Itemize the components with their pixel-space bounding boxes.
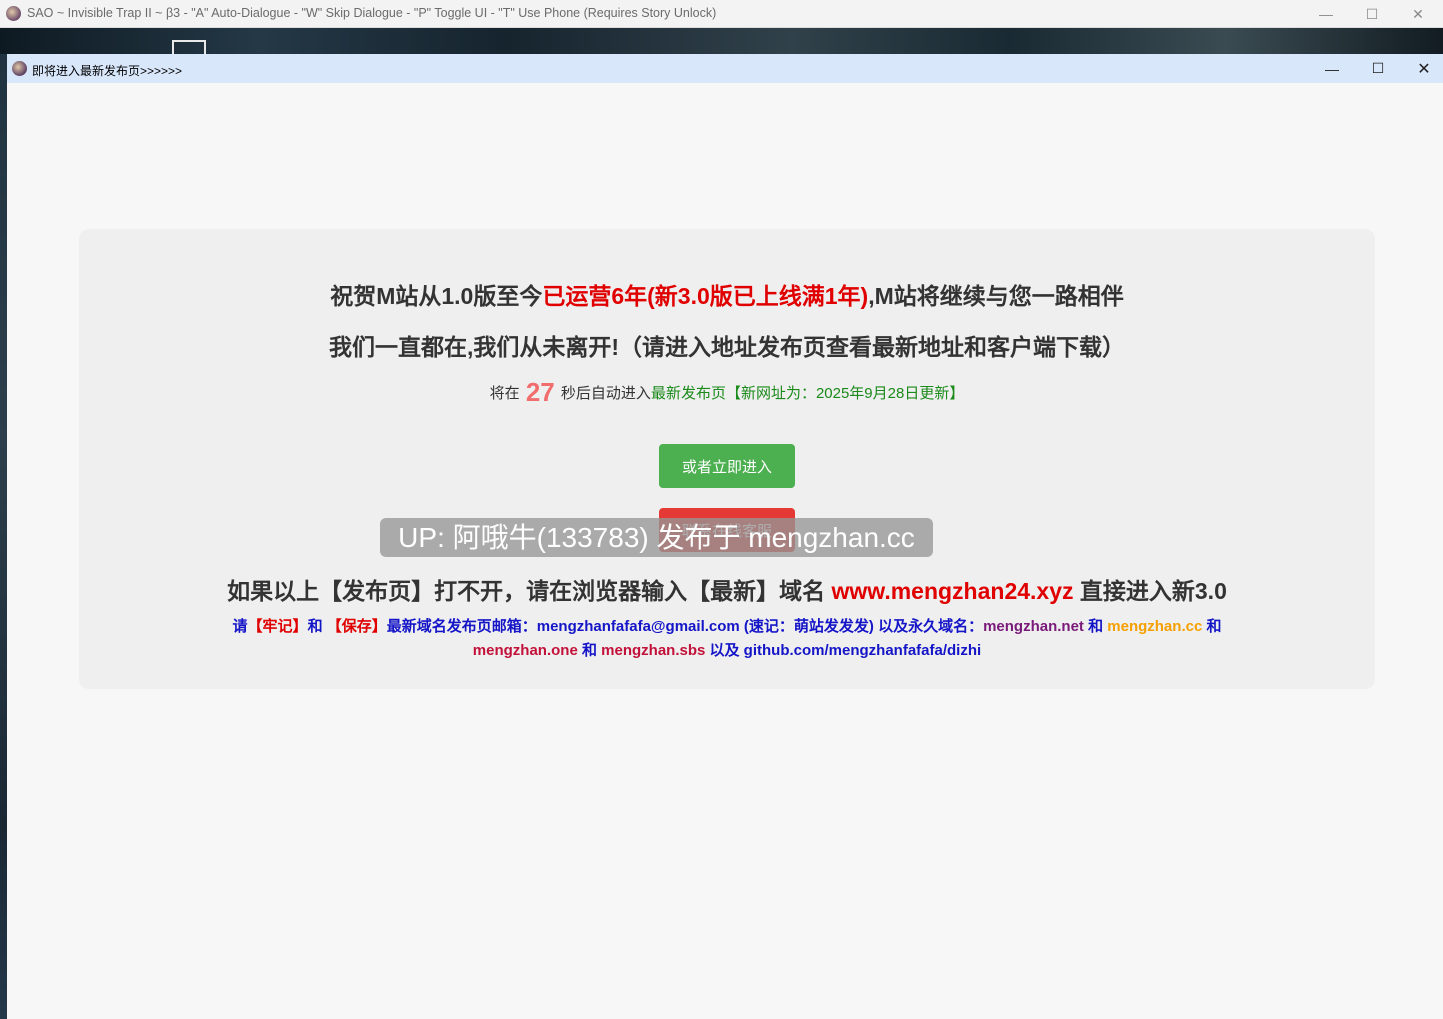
still-here-headline: 我们一直都在,我们从未离开!（请进入地址发布页查看最新地址和客户端下载）	[328, 334, 1126, 360]
notice-card: 祝贺M站从1.0版至今已运营6年(新3.0版已上线满1年),M站将继续与您一路相…	[79, 229, 1375, 689]
countdown-target-link[interactable]: 最新发布页【新网址为：2025年9月28日更新】	[651, 385, 964, 402]
note-part-1: 请	[232, 618, 248, 635]
game-sprite	[172, 40, 206, 54]
popup-window-title: 即将进入最新发布页>>>>>>	[32, 64, 183, 78]
countdown-number: 27	[525, 377, 555, 407]
popup-minimize-button[interactable]: —	[1309, 54, 1355, 83]
domain-cc-link[interactable]: mengzhan.cc	[1107, 618, 1202, 635]
domain-sbs-link[interactable]: mengzhan.sbs	[601, 642, 705, 659]
outer-maximize-button[interactable]: ☐	[1349, 0, 1395, 28]
note-and-4: 和	[577, 642, 602, 659]
outer-close-button[interactable]: ✕	[1395, 0, 1441, 28]
headline-highlight: 已运营6年(新3.0版已上线满1年)	[542, 283, 869, 309]
fallback-text-2: 直接进入新3.0	[1079, 578, 1227, 604]
note-remember: 【牢记】	[247, 618, 308, 635]
note-email: 最新域名发布页邮箱：mengzhanfafafa@gmail.com (速记：萌…	[386, 618, 984, 635]
countdown-suffix: 秒后自动进入	[560, 385, 651, 402]
permanent-domains-note: 请【牢记】和 【保存】最新域名发布页邮箱：mengzhanfafafa@gmai…	[184, 615, 1270, 663]
note-and-3: 和	[1202, 618, 1222, 635]
outer-window-title: SAO ~ Invisible Trap II ~ β3 - "A" Auto-…	[27, 6, 717, 20]
anniversary-headline: 祝贺M站从1.0版至今已运营6年(新3.0版已上线满1年),M站将继续与您一路相…	[79, 277, 1375, 311]
enter-now-button[interactable]: 或者立即进入	[659, 444, 795, 488]
popup-maximize-button[interactable]: ☐	[1355, 54, 1401, 83]
outer-minimize-button[interactable]: —	[1303, 0, 1349, 28]
game-background-edge	[0, 54, 7, 1019]
headline-part-1: 祝贺M站从1.0版至今	[330, 283, 543, 309]
note-and-2: 和	[1083, 618, 1108, 635]
game-background	[0, 28, 1443, 54]
popup-window-titlebar: 即将进入最新发布页>>>>>> — ☐ ✕	[7, 54, 1443, 83]
popup-close-button[interactable]: ✕	[1401, 54, 1443, 83]
domain-one-link[interactable]: mengzhan.one	[473, 642, 578, 659]
headline-part-2: ,M站将继续与您一路相伴	[868, 283, 1124, 309]
countdown-prefix: 将在	[489, 385, 520, 402]
note-and-1: 和	[307, 618, 327, 635]
countdown-line: 将在 27 秒后自动进入最新发布页【新网址为：2025年9月28日更新】	[79, 377, 1375, 408]
github-link[interactable]: 以及 github.com/mengzhanfafafa/dizhi	[705, 642, 982, 659]
domain-net-link[interactable]: mengzhan.net	[983, 618, 1084, 635]
fallback-text-1: 如果以上【发布页】打不开，请在浏览器输入【最新】域名	[227, 578, 826, 604]
popup-app-icon	[12, 61, 27, 76]
outer-window-titlebar: SAO ~ Invisible Trap II ~ β3 - "A" Auto-…	[0, 0, 1443, 28]
uploader-watermark: UP: 阿哦牛(133783) 发布于 mengzhan.cc	[380, 518, 933, 557]
fallback-domain-line: 如果以上【发布页】打不开，请在浏览器输入【最新】域名 www.mengzhan2…	[79, 572, 1375, 606]
fallback-domain-link[interactable]: www.mengzhan24.xyz	[832, 578, 1074, 604]
note-save: 【保存】	[326, 618, 387, 635]
game-app-icon	[6, 6, 21, 21]
